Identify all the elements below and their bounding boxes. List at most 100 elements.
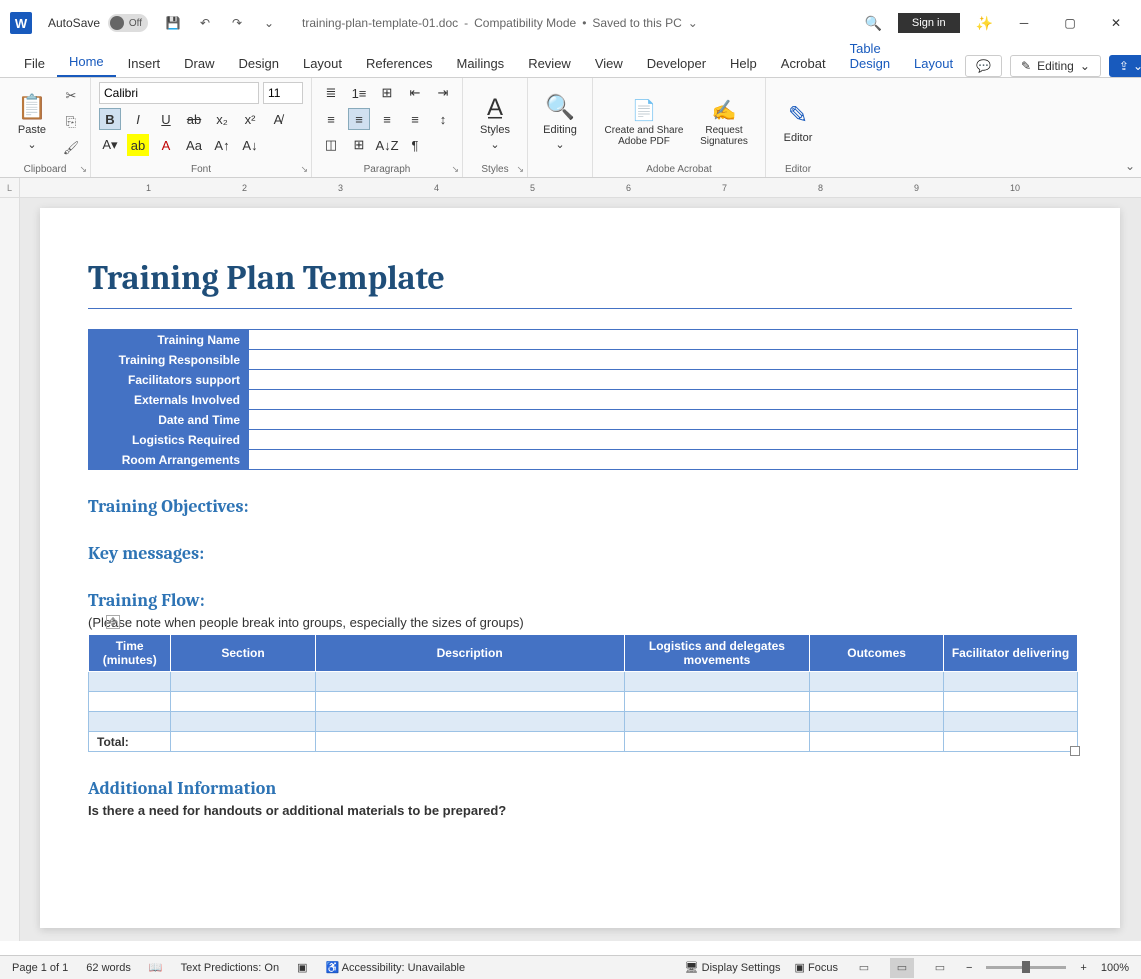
heading-training-flow[interactable]: Training Flow: [88, 590, 1072, 611]
tab-view[interactable]: View [583, 50, 635, 77]
tab-draw[interactable]: Draw [172, 50, 226, 77]
align-center-icon[interactable]: ≡ [348, 108, 370, 130]
copy-icon[interactable]: ⎘ [60, 111, 82, 133]
shading-icon[interactable]: ◫ [320, 134, 342, 156]
collapse-ribbon-icon[interactable]: ⌄ [1125, 159, 1135, 173]
save-icon[interactable]: 💾 [164, 14, 182, 32]
tab-acrobat[interactable]: Acrobat [769, 50, 838, 77]
editing-button[interactable]: 🔍 Editing ⌄ [536, 82, 584, 162]
clear-format-icon[interactable]: A̸ [267, 108, 289, 130]
tab-mailings[interactable]: Mailings [445, 50, 517, 77]
total-label[interactable]: Total: [89, 732, 171, 752]
flow-note[interactable]: (Please note when people break into grou… [88, 615, 1072, 630]
zoom-in-button[interactable]: + [1080, 962, 1086, 974]
subscript-button[interactable]: x₂ [211, 108, 233, 130]
tab-file[interactable]: File [12, 50, 57, 77]
info-value[interactable] [249, 430, 1078, 450]
change-case-icon[interactable]: Aa [183, 134, 205, 156]
undo-icon[interactable]: ↶ [196, 14, 214, 32]
sort-icon[interactable]: A↓Z [376, 134, 398, 156]
numbering-icon[interactable]: 1≡ [348, 82, 370, 104]
editing-mode-button[interactable]: ✎ Editing ⌄ [1010, 55, 1101, 77]
autosave-toggle[interactable]: AutoSave Off [48, 14, 148, 32]
italic-button[interactable]: I [127, 108, 149, 130]
superscript-button[interactable]: x² [239, 108, 261, 130]
info-value[interactable] [249, 450, 1078, 470]
qat-more-icon[interactable]: ⌄ [260, 14, 278, 32]
print-layout-icon[interactable]: ▭ [890, 958, 914, 978]
bold-button[interactable]: B [99, 108, 121, 130]
decrease-indent-icon[interactable]: ⇤ [404, 82, 426, 104]
col-logistics[interactable]: Logistics and delegates movements [624, 635, 809, 672]
info-value[interactable] [249, 370, 1078, 390]
text-effects-icon[interactable]: A▾ [99, 134, 121, 156]
zoom-thumb[interactable] [1022, 961, 1030, 973]
font-dialog-launcher[interactable]: ↘ [300, 164, 308, 175]
shrink-font-icon[interactable]: A↓ [239, 134, 261, 156]
display-settings-button[interactable]: 🖥 Display Settings [685, 961, 781, 974]
tab-help[interactable]: Help [718, 50, 769, 77]
highlight-icon[interactable]: ab [127, 134, 149, 156]
cut-icon[interactable]: ✂ [60, 85, 82, 107]
info-label[interactable]: Training Responsible [89, 350, 249, 370]
macro-icon[interactable]: ▣ [297, 961, 307, 974]
tab-table-design[interactable]: Table Design [838, 35, 902, 77]
increase-indent-icon[interactable]: ⇥ [432, 82, 454, 104]
tab-home[interactable]: Home [57, 48, 116, 77]
info-value[interactable] [249, 390, 1078, 410]
horizontal-ruler[interactable]: 1 2 3 4 5 6 7 8 9 10 [0, 178, 1141, 198]
additional-question[interactable]: Is there a need for handouts or addition… [88, 803, 1072, 818]
format-painter-icon[interactable]: 🖌 [60, 137, 82, 159]
heading-key-messages[interactable]: Key messages: [88, 543, 1072, 564]
create-pdf-button[interactable]: 📄 Create and Share Adobe PDF [601, 82, 687, 162]
line-spacing-icon[interactable]: ↕ [432, 108, 454, 130]
styles-dialog-launcher[interactable]: ↘ [516, 164, 524, 175]
show-marks-icon[interactable]: ¶ [404, 134, 426, 156]
multilevel-icon[interactable]: ⊞ [376, 82, 398, 104]
info-table[interactable]: Training Name Training Responsible Facil… [88, 329, 1078, 470]
toggle-switch[interactable]: Off [108, 14, 148, 32]
document-area[interactable]: L 1 2 3 4 5 6 7 8 9 10 Training Plan Tem… [0, 178, 1141, 941]
tab-developer[interactable]: Developer [635, 50, 718, 77]
proofing-icon[interactable]: 📖 [149, 961, 163, 974]
heading-additional[interactable]: Additional Information [88, 778, 1072, 799]
heading-objectives[interactable]: Training Objectives: [88, 496, 1072, 517]
col-time[interactable]: Time (minutes) [89, 635, 171, 672]
text-predictions[interactable]: Text Predictions: On [181, 962, 279, 974]
maximize-icon[interactable]: ▢ [1055, 8, 1085, 38]
tab-layout[interactable]: Layout [291, 50, 354, 77]
info-label[interactable]: Facilitators support [89, 370, 249, 390]
paragraph-dialog-launcher[interactable]: ↘ [451, 164, 459, 175]
flow-table[interactable]: Time (minutes) Section Description Logis… [88, 634, 1078, 752]
info-label[interactable]: Externals Involved [89, 390, 249, 410]
col-description[interactable]: Description [315, 635, 624, 672]
info-label[interactable]: Logistics Required [89, 430, 249, 450]
redo-icon[interactable]: ↷ [228, 14, 246, 32]
clipboard-dialog-launcher[interactable]: ↘ [79, 164, 87, 175]
close-icon[interactable]: ✕ [1101, 8, 1131, 38]
save-status[interactable]: Saved to this PC [592, 16, 681, 30]
tab-review[interactable]: Review [516, 50, 583, 77]
styles-button[interactable]: A̲ Styles ⌄ [471, 82, 519, 162]
paste-button[interactable]: 📋 Paste ⌄ [8, 82, 56, 162]
borders-icon[interactable]: ⊞ [348, 134, 370, 156]
word-count[interactable]: 62 words [86, 962, 131, 974]
zoom-level[interactable]: 100% [1101, 962, 1129, 974]
comments-button[interactable]: 💬 [965, 55, 1002, 77]
document-page[interactable]: Training Plan Template Training Name Tra… [40, 208, 1120, 928]
signin-button[interactable]: Sign in [898, 13, 960, 33]
zoom-out-button[interactable]: − [966, 962, 972, 974]
info-value[interactable] [249, 350, 1078, 370]
strikethrough-button[interactable]: ab [183, 108, 205, 130]
accessibility-status[interactable]: ♿ Accessibility: Unavailable [325, 961, 465, 974]
tab-table-layout[interactable]: Layout [902, 50, 965, 77]
page-count[interactable]: Page 1 of 1 [12, 962, 68, 974]
tab-insert[interactable]: Insert [116, 50, 173, 77]
info-label[interactable]: Training Name [89, 330, 249, 350]
grow-font-icon[interactable]: A↑ [211, 134, 233, 156]
underline-button[interactable]: U [155, 108, 177, 130]
read-mode-icon[interactable]: ▭ [852, 958, 876, 978]
info-label[interactable]: Room Arrangements [89, 450, 249, 470]
align-left-icon[interactable]: ≡ [320, 108, 342, 130]
search-icon[interactable]: 🔍 [864, 15, 881, 32]
